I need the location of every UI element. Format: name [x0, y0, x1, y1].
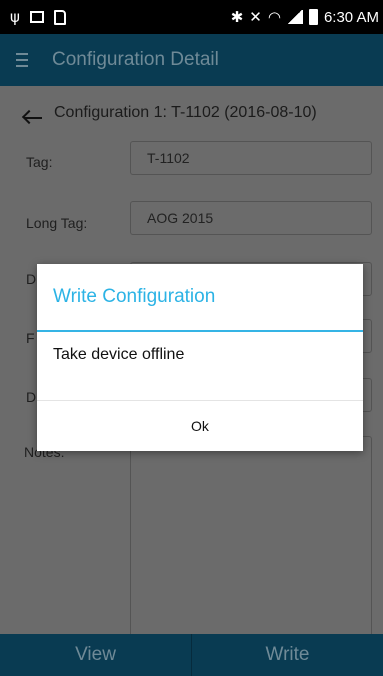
- wifi-icon: ◠: [267, 7, 281, 26]
- status-left: ψ: [0, 7, 66, 26]
- sd-card-icon: [53, 9, 66, 25]
- bluetooth-icon: ✱: [230, 7, 244, 26]
- app-bar-title: Configuration Detail: [52, 49, 219, 70]
- dialog-message: Take device offline: [53, 346, 185, 363]
- status-time: 6:30 AM: [323, 8, 379, 26]
- long-tag-label: Long Tag:: [26, 215, 88, 231]
- configuration-heading: Configuration 1: T-1102 (2016-08-10): [22, 100, 317, 126]
- configuration-heading-text: Configuration 1: T-1102 (2016-08-10): [54, 104, 317, 121]
- status-right: ✱ ✕ ◠ 6:30 AM: [231, 9, 383, 26]
- signal-icon: [286, 10, 303, 24]
- battery-charging-icon: [308, 9, 318, 25]
- write-button[interactable]: Write: [192, 634, 383, 676]
- long-tag-input[interactable]: AOG 2015: [130, 201, 372, 235]
- notes-textarea[interactable]: [130, 436, 372, 645]
- notes-label-part-a: N: [24, 444, 35, 460]
- partial-label-1: D: [26, 271, 37, 287]
- ok-button[interactable]: Ok: [37, 401, 363, 451]
- usb-icon: ψ: [10, 7, 20, 26]
- tag-label: Tag:: [26, 154, 53, 170]
- mute-icon: ✕: [249, 7, 262, 26]
- dialog-title-divider: [37, 330, 363, 332]
- hamburger-menu-icon[interactable]: [16, 34, 38, 86]
- view-button[interactable]: View: [0, 634, 191, 676]
- back-arrow-icon[interactable]: [22, 110, 44, 126]
- tag-input[interactable]: T-1102: [130, 141, 372, 175]
- write-configuration-dialog: Write Configuration Take device offline …: [37, 264, 363, 451]
- app-bar: Configuration Detail: [0, 34, 383, 86]
- partial-label-2: F: [26, 330, 35, 346]
- bottom-action-bar: View Write: [0, 634, 383, 676]
- status-bar: ψ ✱ ✕ ◠ 6:30 AM: [0, 0, 383, 34]
- partial-label-3: D: [26, 389, 37, 405]
- dialog-title: Write Configuration: [53, 286, 216, 307]
- image-icon: [29, 11, 44, 23]
